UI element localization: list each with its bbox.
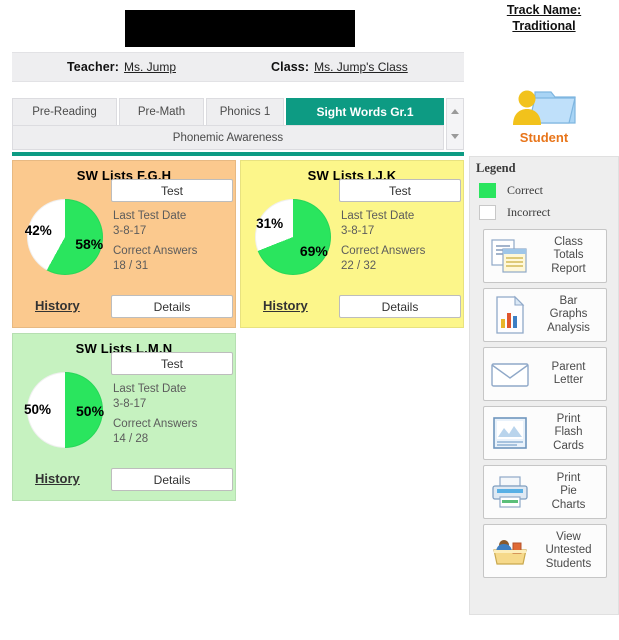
test-button[interactable]: Test [111,352,233,375]
correct-percent-label: 69% [299,243,328,260]
list-card-lmn: SW Lists L,M,N 50% 50% Test Last Test Da… [12,333,236,501]
tab-scroll-buttons [446,98,464,150]
card-info: Last Test Date 3-8-17 Correct Answers 22… [341,209,461,274]
legend-label-incorrect: Incorrect [507,205,551,219]
class-label: Class: [271,60,310,74]
legend-title: Legend [476,161,516,175]
legend-swatch-incorrect [479,205,496,220]
teacher-value[interactable]: Ms. Jump [124,60,176,74]
correct-answers-label: Correct Answers [341,245,426,257]
last-test-date-label: Last Test Date [341,210,415,222]
legend-swatch-correct [479,183,496,198]
tab-pre-math[interactable]: Pre-Math [119,98,204,125]
envelope-icon [487,353,533,395]
student-folder-icon[interactable] [505,80,579,132]
teacher-label: Teacher: [67,60,119,74]
redacted-title-bar [125,10,355,47]
correct-answers-value: 18 / 31 [113,260,149,272]
card-body: 31% 69% Test Last Test Date 3-8-17 Corre… [241,179,463,291]
incorrect-percent-label: 42% [24,223,52,239]
view-untested-students-label: View Untested Students [545,530,592,570]
teacher-group: Teacher: Ms. Jump [67,60,176,74]
printer-icon [487,471,533,513]
correct-answers-value: 22 / 32 [341,260,377,272]
correct-percent-label: 58% [75,235,104,252]
list-card-ijk: SW Lists I,J,K 31% 69% Test Last Test Da… [240,160,464,328]
chevron-up-icon [451,109,459,114]
track-name: Track Name: Traditional [474,2,614,34]
correct-answers-label: Correct Answers [113,418,198,430]
correct-answers-value: 14 / 28 [113,433,149,445]
section-divider [12,152,464,156]
legend-row-incorrect: Incorrect [479,205,550,220]
class-totals-report-icon [487,235,533,277]
card-footer: History Details [241,291,463,329]
parent-letter-button[interactable]: Parent Letter [483,347,607,401]
details-button[interactable]: Details [339,295,461,318]
class-totals-report-button[interactable]: Class Totals Report [483,229,607,283]
print-pie-charts-button[interactable]: Print Pie Charts [483,465,607,519]
card-body: 50% 50% Test Last Test Date 3-8-17 Corre… [13,352,235,464]
legend-and-actions-panel: Legend Correct Incorrect Class Totals Re… [469,156,619,615]
parent-letter-label: Parent Letter [551,360,586,387]
tab-row-primary: Pre-Reading Pre-Math Phonics 1 Sight Wor… [12,98,444,125]
card-footer: History Details [13,464,235,502]
incorrect-percent-label: 31% [256,215,284,231]
tab-pre-reading[interactable]: Pre-Reading [12,98,117,125]
history-link[interactable]: History [35,298,80,313]
tab-strip: Pre-Reading Pre-Math Phonics 1 Sight Wor… [12,98,464,150]
score-pie-chart [255,199,331,275]
details-button[interactable]: Details [111,468,233,491]
test-button[interactable]: Test [111,179,233,202]
untested-students-icon [487,530,533,572]
last-test-date-label: Last Test Date [113,210,187,222]
card-info: Last Test Date 3-8-17 Correct Answers 18… [113,209,233,274]
print-flash-cards-label: Print Flash Cards [553,412,584,452]
chevron-down-icon [451,134,459,139]
legend-label-correct: Correct [507,183,543,197]
tab-phonemic-awareness[interactable]: Phonemic Awareness [12,125,444,150]
incorrect-percent-label: 50% [24,402,52,417]
last-test-date-value: 3-8-17 [341,225,375,237]
test-button[interactable]: Test [339,179,461,202]
bar-graphs-analysis-button[interactable]: Bar Graphs Analysis [483,288,607,342]
class-value[interactable]: Ms. Jump's Class [314,60,408,74]
bar-graphs-analysis-icon [487,294,533,336]
student-label: Student [519,130,569,145]
track-name-value: Traditional [512,19,576,33]
flash-cards-icon [487,412,533,454]
print-flash-cards-button[interactable]: Print Flash Cards [483,406,607,460]
last-test-date-value: 3-8-17 [113,225,147,237]
history-link[interactable]: History [35,471,80,486]
print-pie-charts-label: Print Pie Charts [551,471,586,511]
list-card-fgh: SW Lists F,G,H 42% 58% Test Last Test Da… [12,160,236,328]
tab-scroll-up-button[interactable] [447,99,463,124]
legend-row-correct: Correct [479,183,543,198]
card-body: 42% 58% Test Last Test Date 3-8-17 Corre… [13,179,235,291]
card-info: Last Test Date 3-8-17 Correct Answers 14… [113,382,233,447]
card-footer: History Details [13,291,235,329]
last-test-date-label: Last Test Date [113,383,187,395]
tab-row-secondary: Phonemic Awareness [12,125,444,150]
tab-scroll-down-button[interactable] [447,124,463,149]
tab-phonics-1[interactable]: Phonics 1 [206,98,284,125]
view-untested-students-button[interactable]: View Untested Students [483,524,607,578]
app-root: Teacher: Ms. Jump Class: Ms. Jump's Clas… [0,0,619,640]
bar-graphs-analysis-label: Bar Graphs Analysis [547,294,590,334]
history-link[interactable]: History [263,298,308,313]
last-test-date-value: 3-8-17 [113,398,147,410]
track-name-label: Track Name: [506,3,582,17]
class-group: Class: Ms. Jump's Class [271,60,408,74]
details-button[interactable]: Details [111,295,233,318]
correct-percent-label: 50% [76,403,105,419]
class-totals-report-label: Class Totals Report [551,235,586,275]
correct-answers-label: Correct Answers [113,245,198,257]
tab-sight-words-gr1[interactable]: Sight Words Gr.1 [286,98,444,125]
teacher-class-bar: Teacher: Ms. Jump Class: Ms. Jump's Clas… [12,52,464,82]
